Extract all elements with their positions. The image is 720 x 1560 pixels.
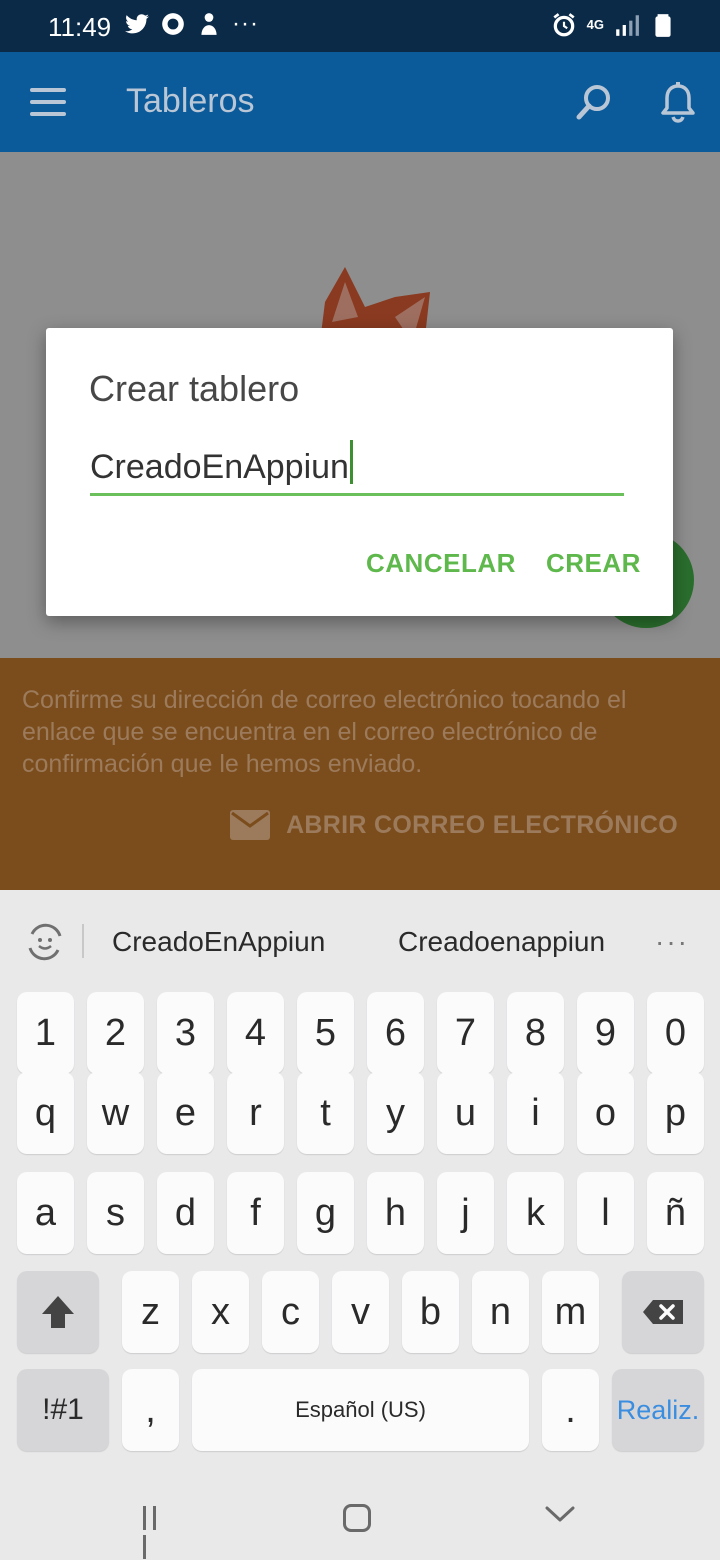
key-p[interactable]: p [647, 1072, 704, 1154]
home-icon[interactable] [343, 1504, 371, 1532]
key-h[interactable]: h [367, 1172, 424, 1254]
twitter-icon [125, 14, 149, 34]
suggestion-2[interactable]: Creadoenappiun [398, 926, 605, 958]
shift-key[interactable] [17, 1271, 99, 1353]
status-time: 11:49 [48, 12, 112, 42]
more-icon: ··· [232, 10, 259, 37]
key-6[interactable]: 6 [367, 992, 424, 1074]
key-a[interactable]: a [17, 1172, 74, 1254]
key-e[interactable]: e [157, 1072, 214, 1154]
banner-text: Confirme su dirección de correo electrón… [22, 686, 627, 778]
done-key[interactable]: Realiz. [612, 1369, 704, 1451]
app-icon [162, 13, 184, 35]
key-b[interactable]: b [402, 1271, 459, 1353]
space-key[interactable]: Español (US) [192, 1369, 529, 1451]
key-8[interactable]: 8 [507, 992, 564, 1074]
suggestion-separator [82, 924, 84, 958]
create-board-dialog: Crear tablero CreadoEnAppiun CANCELAR CR… [46, 328, 673, 616]
emoji-refresh-icon[interactable] [24, 922, 66, 962]
key-4[interactable]: 4 [227, 992, 284, 1074]
key-5[interactable]: 5 [297, 992, 354, 1074]
backspace-icon [643, 1300, 683, 1324]
search-icon[interactable] [574, 82, 614, 122]
key-r[interactable]: r [227, 1072, 284, 1154]
create-button[interactable]: CREAR [546, 548, 641, 579]
backspace-key[interactable] [622, 1271, 704, 1353]
key-w[interactable]: w [87, 1072, 144, 1154]
key-d[interactable]: d [157, 1172, 214, 1254]
app-title: Tableros [126, 82, 255, 120]
keyboard: CreadoEnAppiun Creadoenappiun ··· 123456… [0, 890, 720, 1470]
open-email-button[interactable]: ABRIR CORREO ELECTRÓNICO [230, 810, 678, 840]
text-caret [349, 440, 353, 484]
recents-icon[interactable] [143, 1506, 169, 1559]
email-confirm-banner: Confirme su dirección de correo electrón… [0, 658, 720, 890]
status-icons-right: 4G [551, 12, 676, 38]
key-o[interactable]: o [577, 1072, 634, 1154]
key-i[interactable]: i [507, 1072, 564, 1154]
mail-icon [230, 810, 271, 840]
shift-icon [42, 1296, 74, 1328]
key-x[interactable]: x [192, 1271, 249, 1353]
key-j[interactable]: j [437, 1172, 494, 1254]
key-1[interactable]: 1 [17, 992, 74, 1074]
open-email-label: ABRIR CORREO ELECTRÓNICO [286, 810, 678, 839]
navigation-bar [0, 1470, 720, 1560]
key-c[interactable]: c [262, 1271, 319, 1353]
menu-icon[interactable] [30, 88, 66, 116]
key-y[interactable]: y [367, 1072, 424, 1154]
key-9[interactable]: 9 [577, 992, 634, 1074]
key-u[interactable]: u [437, 1072, 494, 1154]
key-7[interactable]: 7 [437, 992, 494, 1074]
suggestion-bar: CreadoEnAppiun Creadoenappiun ··· [0, 890, 720, 990]
key-s[interactable]: s [87, 1172, 144, 1254]
key-z[interactable]: z [122, 1271, 179, 1353]
more-suggestions-icon[interactable]: ··· [655, 926, 689, 958]
dialog-title: Crear tablero [89, 368, 300, 409]
bell-icon[interactable] [656, 80, 700, 124]
comma-key[interactable]: , [122, 1369, 179, 1451]
suggestion-1[interactable]: CreadoEnAppiun [112, 926, 325, 958]
key-f[interactable]: f [227, 1172, 284, 1254]
key-q[interactable]: q [17, 1072, 74, 1154]
key-2[interactable]: 2 [87, 992, 144, 1074]
board-name-value: CreadoEnAppiun [90, 448, 349, 486]
status-bar: 11:49 ··· 4G [0, 0, 720, 52]
notification-icon [201, 13, 217, 35]
back-icon[interactable] [545, 1504, 575, 1524]
key-l[interactable]: l [577, 1172, 634, 1254]
period-key[interactable]: . [542, 1369, 599, 1451]
alarm-icon [553, 13, 575, 37]
status-icons-left: ··· [124, 10, 259, 38]
key-t[interactable]: t [297, 1072, 354, 1154]
key-k[interactable]: k [507, 1172, 564, 1254]
board-name-input[interactable]: CreadoEnAppiun [90, 440, 624, 496]
4g-icon: 4G [586, 17, 604, 32]
key-n[interactable]: n [472, 1271, 529, 1353]
key-m[interactable]: m [542, 1271, 599, 1353]
key-g[interactable]: g [297, 1172, 354, 1254]
signal-icon [616, 15, 639, 36]
key-ñ[interactable]: ñ [647, 1172, 704, 1254]
app-bar: Tableros [0, 52, 720, 152]
key-0[interactable]: 0 [647, 992, 704, 1074]
key-3[interactable]: 3 [157, 992, 214, 1074]
key-v[interactable]: v [332, 1271, 389, 1353]
cancel-button[interactable]: CANCELAR [366, 548, 516, 579]
symbols-key[interactable]: !#1 [17, 1369, 109, 1451]
battery-icon [655, 14, 671, 37]
